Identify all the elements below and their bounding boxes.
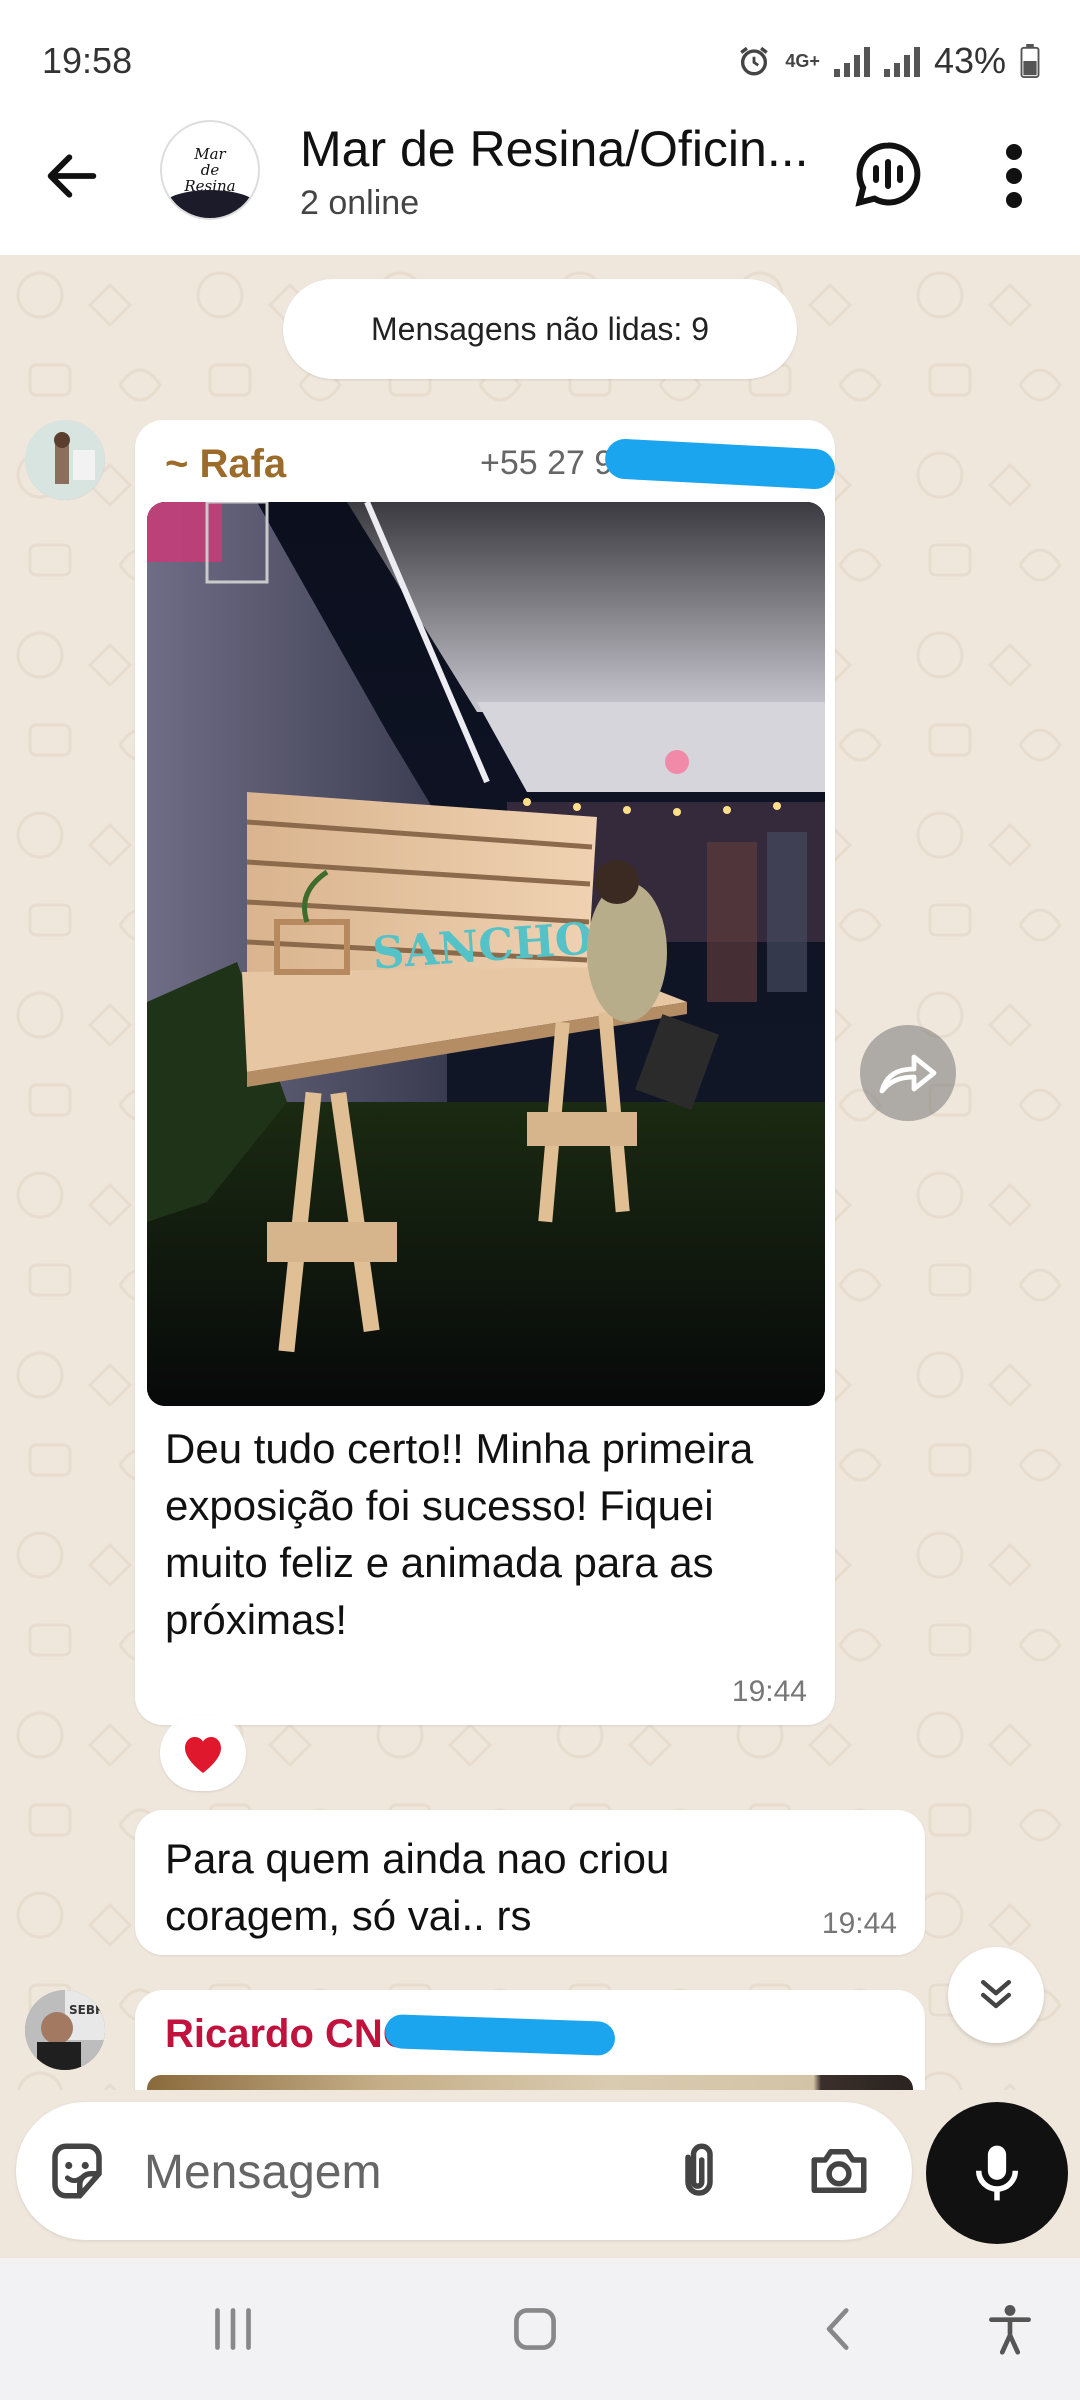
signal-icon bbox=[833, 45, 870, 77]
double-chevron-down-icon bbox=[980, 1979, 1012, 2009]
battery-label: 43% bbox=[933, 40, 1006, 81]
message-photo-preview[interactable] bbox=[147, 2075, 913, 2090]
back-arrow-icon[interactable] bbox=[40, 144, 104, 208]
battery-icon bbox=[1020, 44, 1040, 78]
recent-apps-icon[interactable] bbox=[198, 2298, 268, 2360]
message-text: Deu tudo certo!! Minha primeira exposiçã… bbox=[165, 1425, 754, 1643]
chat-messages-area[interactable]: Mensagens não lidas: 9 ~ Rafa +55 27 9 S… bbox=[0, 255, 1080, 2090]
unread-messages-divider: Mensagens não lidas: 9 bbox=[283, 279, 797, 379]
chat-title[interactable]: Mar de Resina/Oficin... bbox=[300, 120, 820, 178]
nav-back-icon[interactable] bbox=[805, 2298, 875, 2360]
camera-icon[interactable] bbox=[806, 2138, 872, 2204]
phone-redaction bbox=[604, 438, 836, 490]
message-photo[interactable]: SANCHO bbox=[147, 502, 825, 1406]
logo-wave bbox=[162, 190, 258, 218]
heart-icon bbox=[185, 1737, 221, 1773]
sender-avatar-rafa[interactable] bbox=[25, 420, 105, 500]
sticker-icon[interactable] bbox=[44, 2138, 110, 2204]
forward-icon bbox=[879, 1054, 937, 1094]
sender-name[interactable]: Ricardo CNC bbox=[165, 2012, 412, 2057]
system-navigation-bar bbox=[0, 2258, 1080, 2400]
reaction-heart[interactable] bbox=[160, 1715, 246, 1791]
sender-name[interactable]: ~ Rafa bbox=[165, 442, 286, 487]
message-text: Para quem ainda nao criou coragem, só va… bbox=[165, 1835, 670, 1939]
sender-phone: +55 27 9 bbox=[480, 444, 614, 482]
message-composer bbox=[16, 2102, 912, 2240]
microphone-icon bbox=[975, 2145, 1019, 2201]
name-redaction bbox=[384, 2013, 616, 2057]
status-bar: 19:58 4G+ 43% bbox=[0, 0, 1080, 110]
sender-avatar-ricardo[interactable]: SEBR bbox=[25, 1990, 105, 2070]
signal-icon-2 bbox=[883, 45, 920, 77]
voice-chat-icon[interactable] bbox=[852, 138, 924, 210]
online-count: 2 online bbox=[300, 184, 420, 222]
accessibility-icon[interactable] bbox=[975, 2298, 1045, 2360]
paperclip-icon[interactable] bbox=[666, 2138, 732, 2204]
voice-message-button[interactable] bbox=[926, 2102, 1068, 2244]
home-icon[interactable] bbox=[500, 2298, 570, 2360]
status-icons: 4G+ 43% bbox=[737, 40, 1040, 82]
message-time: 19:44 bbox=[821, 1907, 897, 1940]
alarm-icon bbox=[740, 46, 769, 76]
message-bubble-ricardo[interactable]: Ricardo CNC bbox=[135, 1990, 925, 2090]
scroll-to-bottom-button[interactable] bbox=[948, 1947, 1044, 2043]
forward-button[interactable] bbox=[860, 1025, 956, 1121]
status-time: 19:58 bbox=[42, 40, 133, 81]
message-time: 19:44 bbox=[731, 1675, 807, 1708]
message-bubble[interactable]: Para quem ainda nao criou coragem, só va… bbox=[135, 1810, 925, 1955]
group-avatar-logo: Mar de Resina bbox=[184, 145, 236, 195]
more-options-icon[interactable] bbox=[992, 140, 1036, 212]
network-label: 4G+ bbox=[785, 50, 820, 71]
message-input[interactable] bbox=[144, 2132, 644, 2212]
group-avatar[interactable]: Mar de Resina bbox=[160, 120, 260, 220]
message-bubble-rafa[interactable]: ~ Rafa +55 27 9 SANCHO Deu tudo certo!! … bbox=[135, 420, 836, 1725]
chat-header: Mar de Resina Mar de Resina/Oficin... 2 … bbox=[0, 110, 1080, 255]
